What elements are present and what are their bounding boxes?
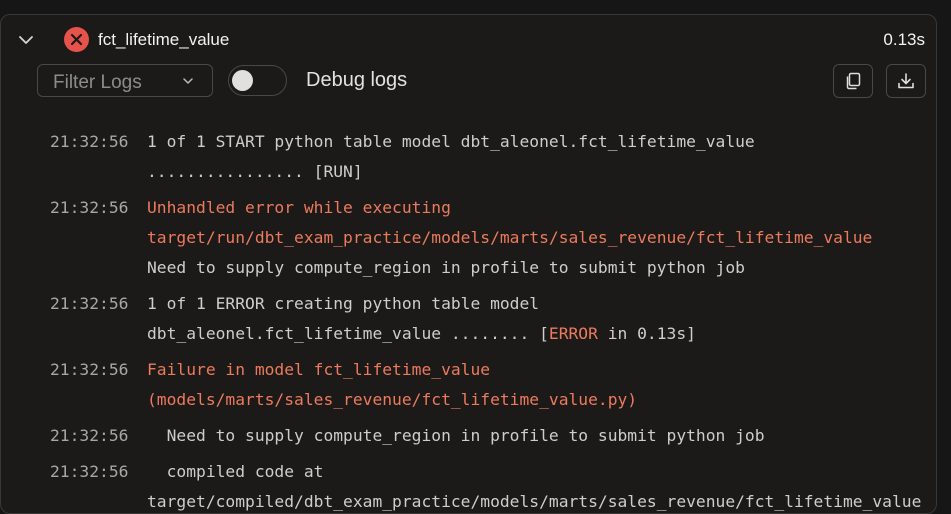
error-status-icon (64, 27, 89, 52)
log-message-line: dbt_aleonel.fct_lifetime_value ........ … (147, 319, 936, 349)
debug-logs-label: Debug logs (306, 69, 408, 91)
log-timestamp: 21:32:56 (50, 462, 129, 481)
log-entry: 21:32:56 Failure in model fct_lifetime_va… (1, 355, 936, 415)
log-text: in 0.13s] (597, 324, 696, 343)
log-message-line: 1 of 1 ERROR creating python table model (147, 294, 540, 313)
panel-header[interactable]: fct_lifetime_value 0.13s (1, 15, 936, 65)
log-message-line: Failure in model fct_lifetime_value (147, 360, 491, 379)
log-message-line: target/run/dbt_exam_practice/models/mart… (147, 228, 873, 247)
filter-logs-placeholder: Filter Logs (53, 72, 142, 93)
log-message-line: Need to supply compute_region in profile… (147, 258, 745, 277)
log-timestamp: 21:32:56 (50, 360, 129, 379)
log-list: 21:32:56 1 of 1 START python table model … (1, 127, 936, 513)
log-message-line: compiled code at (147, 462, 324, 481)
log-text: dbt_aleonel.fct_lifetime_value ........ … (147, 324, 549, 343)
log-entry: 21:32:56 Need to supply compute_region i… (1, 421, 936, 451)
log-message-line: Need to supply compute_region in profile… (147, 426, 765, 445)
log-entry: 21:32:56 Unhandled error while executing t… (1, 193, 936, 283)
log-toolbar: Filter Logs Debug logs (1, 63, 936, 103)
model-name: fct_lifetime_value (98, 30, 230, 49)
model-log-panel: fct_lifetime_value 0.13s Filter Logs Deb… (0, 14, 937, 514)
copy-icon (846, 72, 861, 90)
filter-logs-dropdown[interactable]: Filter Logs (37, 64, 213, 97)
error-keyword: ERROR (548, 324, 598, 343)
log-timestamp: 21:32:56 (50, 294, 129, 313)
log-entry: 21:32:56 1 of 1 START python table model … (1, 127, 936, 187)
download-icon (898, 73, 914, 89)
log-entry: 21:32:56 1 of 1 ERROR creating python tab… (1, 289, 936, 349)
log-entry: 21:32:56 compiled code at target/compiled… (1, 457, 936, 513)
log-timestamp: 21:32:56 (50, 198, 129, 217)
download-logs-button[interactable] (886, 64, 926, 98)
log-timestamp: 21:32:56 (50, 132, 129, 151)
toggle-knob (232, 70, 253, 91)
log-message-line: Unhandled error while executing (147, 198, 451, 217)
chevron-down-icon (183, 78, 193, 84)
log-message-line: 1 of 1 START python table model dbt_aleo… (147, 132, 755, 151)
run-duration: 0.13s (883, 30, 925, 49)
log-message-line: target/compiled/dbt_exam_practice/models… (147, 492, 922, 511)
log-timestamp: 21:32:56 (50, 426, 129, 445)
copy-logs-button[interactable] (833, 64, 873, 98)
debug-logs-toggle[interactable] (228, 65, 287, 96)
log-message-line: ................ [RUN] (147, 162, 363, 181)
log-message-line: (models/marts/sales_revenue/fct_lifetime… (147, 390, 638, 409)
chevron-down-icon[interactable] (17, 31, 35, 49)
